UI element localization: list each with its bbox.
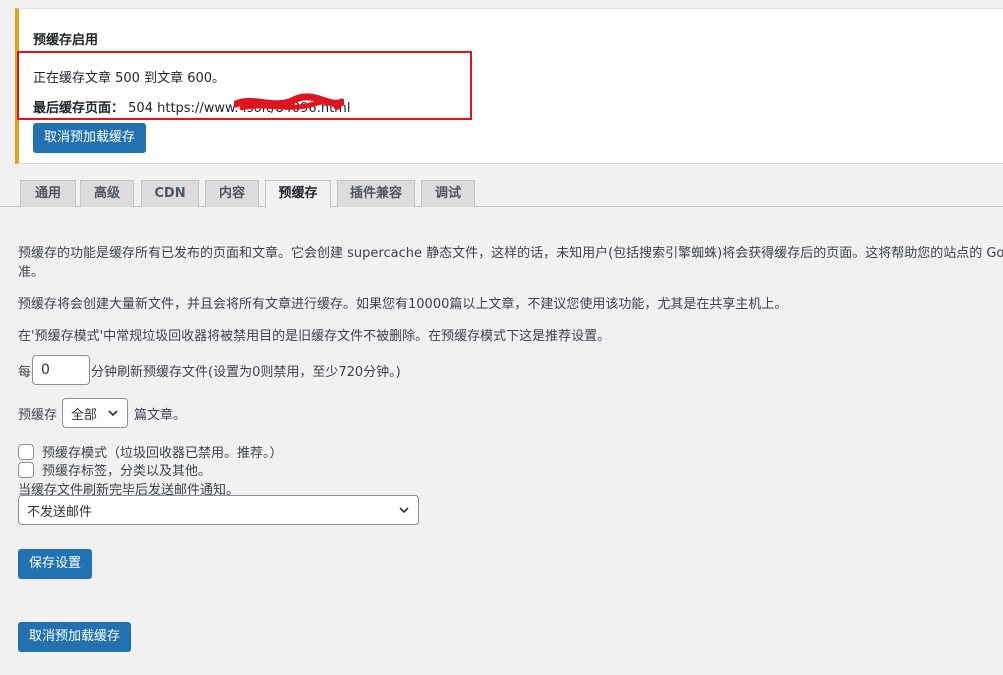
posts-prefix: 预缓存 [18,407,58,423]
preload-notice: 预缓存启用 正在缓存文章 500 到文章 600。 最后缓存页面： 504 ht… [15,8,1003,164]
save-settings-button[interactable]: 保存设置 [18,549,93,579]
posts-count-value: 全部 [71,407,98,423]
cancel-preload-button[interactable]: 取消预加载缓存 [18,622,132,652]
email-notify-select[interactable]: 不发送邮件 [18,495,419,525]
posts-count-select[interactable]: 全部 [62,398,129,428]
chevron-down-icon [399,507,409,514]
preload-mode-label: 预缓存模式（垃圾回收器已禁用。推荐。） [42,446,283,461]
tab-plugins[interactable]: 插件兼容 [337,180,415,207]
tab-contents[interactable]: 内容 [205,180,259,207]
refresh-prefix: 每 [18,364,32,380]
settings-tabs: 通用 高级 CDN 内容 预缓存 插件兼容 调试 [0,180,1003,208]
tab-preload[interactable]: 预缓存 [265,180,331,208]
refresh-interval-input[interactable] [32,355,91,385]
notice-title: 预缓存启用 [33,33,99,48]
preload-posts-row: 预缓存 全部 篇文章。 [18,398,186,428]
description-paragraph-1-tail: 准。 [18,265,45,280]
posts-suffix: 篇文章。 [134,407,187,423]
preload-tags-checkbox[interactable] [18,461,34,478]
chevron-down-icon [108,410,118,417]
refresh-suffix: 分钟刷新预缓存文件(设置为0则禁用，至少720分钟。) [91,364,401,380]
last-cached-label: 最后缓存页面： [33,101,125,116]
notice-progress-text: 正在缓存文章 500 到文章 600。 [33,71,226,86]
tab-debug[interactable]: 调试 [421,180,475,207]
description-paragraph-2: 预缓存将会创建大量新文件，并且会将所有文章进行缓存。如果您有10000篇以上文章… [18,297,788,312]
redaction-scribble [234,93,344,111]
notice-cancel-preload-button[interactable]: 取消预加载缓存 [33,123,147,153]
preload-tags-label: 预缓存标签，分类以及其他。 [42,464,212,479]
description-paragraph-3: 在'预缓存模式'中常规垃圾回收器将被禁用目的是旧缓存文件不被删除。在预缓存模式下… [18,329,611,344]
tab-general[interactable]: 通用 [20,180,76,207]
email-notify-value: 不发送邮件 [27,504,93,520]
tab-cdn[interactable]: CDN [141,180,199,207]
description-paragraph-1: 预缓存的功能是缓存所有已发布的页面和文章。它会创建 supercache 静态文… [18,246,1003,261]
preload-mode-checkbox[interactable] [18,443,34,460]
tab-advanced[interactable]: 高级 [80,180,134,207]
refresh-interval-row: 每 分钟刷新预缓存文件(设置为0则禁用，至少720分钟。) [18,355,401,385]
preload-mode-option: 预缓存模式（垃圾回收器已禁用。推荐。） [18,442,283,461]
preload-tags-option: 预缓存标签，分类以及其他。 [18,460,211,479]
